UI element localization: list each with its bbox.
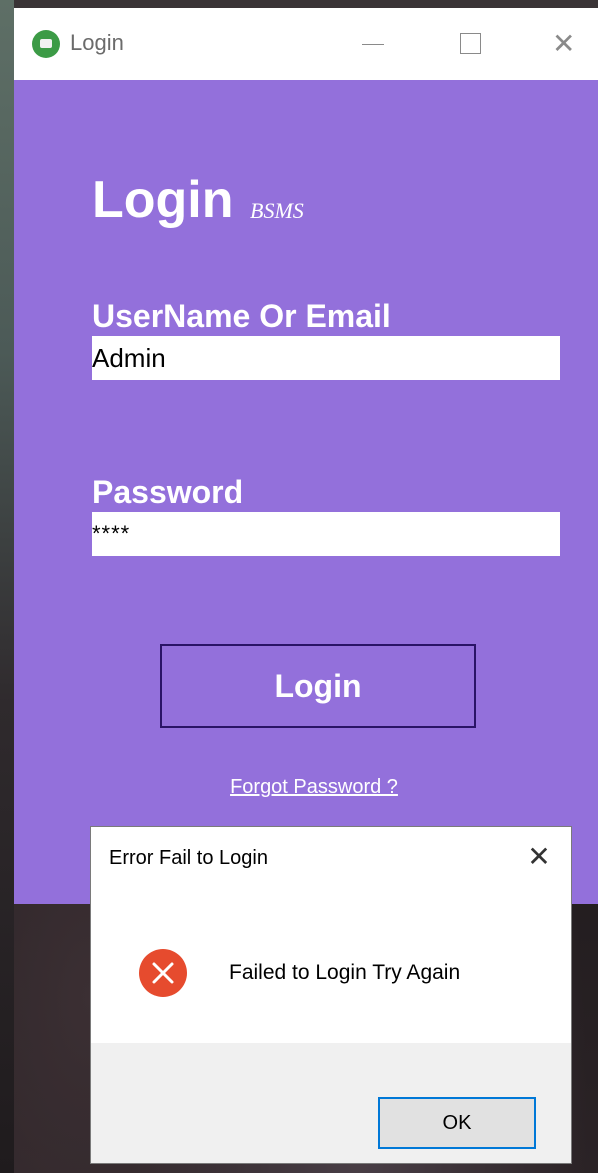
close-icon: ✕: [527, 840, 551, 873]
maximize-icon: [460, 33, 481, 54]
dialog-title: Error Fail to Login: [109, 847, 268, 869]
error-icon: [139, 949, 187, 997]
close-icon: ✕: [552, 27, 576, 60]
minimize-icon: [362, 44, 384, 45]
username-input[interactable]: Admin: [92, 336, 560, 380]
desktop-background-strip: [0, 0, 14, 1173]
username-label: UserName Or Email: [92, 298, 391, 334]
login-heading: Login: [92, 171, 234, 229]
dialog-message: Failed to Login Try Again: [229, 961, 461, 984]
window-title: Login: [70, 30, 124, 55]
error-dialog: Error Fail to Login ✕ Failed to Login Tr…: [90, 826, 572, 1164]
password-input[interactable]: ****: [92, 512, 560, 556]
ok-button[interactable]: OK: [378, 1097, 536, 1149]
app-icon: [32, 30, 60, 58]
login-window: Login ✕ Login BSMS UserName Or Email Adm…: [14, 8, 598, 904]
password-label: Password: [92, 474, 244, 510]
maximize-button[interactable]: [450, 24, 490, 64]
dialog-close-button[interactable]: ✕: [521, 839, 557, 875]
login-heading-subtitle: BSMS: [250, 198, 304, 223]
close-button[interactable]: ✕: [546, 24, 586, 64]
title-bar: Login ✕: [14, 8, 598, 80]
login-button[interactable]: Login: [160, 644, 476, 728]
minimize-button[interactable]: [352, 24, 392, 64]
forgot-password-link[interactable]: Forgot Password ?: [214, 776, 414, 799]
